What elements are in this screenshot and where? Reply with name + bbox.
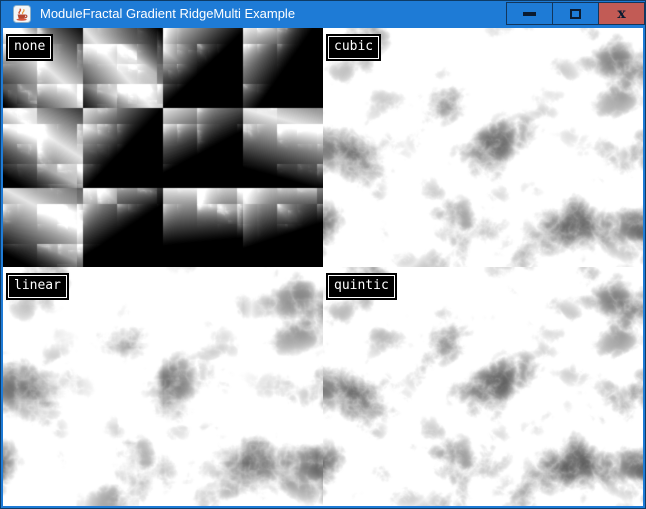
minimize-icon [523, 12, 536, 16]
noise-canvas-linear [3, 267, 323, 506]
minimize-button[interactable] [506, 2, 553, 25]
panel-label-none: none [8, 36, 51, 59]
noise-panel-quintic: quintic [323, 267, 643, 506]
noise-canvas-cubic [323, 28, 643, 267]
window-controls: x [507, 2, 645, 25]
close-button[interactable]: x [598, 2, 645, 25]
java-coffee-cup-icon [13, 5, 31, 23]
panel-label-cubic: cubic [328, 36, 379, 59]
close-x-icon: x [617, 7, 625, 21]
noise-panel-linear: linear [3, 267, 323, 506]
maximize-button[interactable] [552, 2, 599, 25]
panel-label-linear: linear [8, 275, 67, 298]
maximize-icon [570, 9, 581, 19]
window-title: ModuleFractal Gradient RidgeMulti Exampl… [40, 0, 295, 28]
noise-canvas-none [3, 28, 323, 267]
noise-panel-none: none [3, 28, 323, 267]
app-window: ModuleFractal Gradient RidgeMulti Exampl… [0, 0, 646, 509]
render-area: none cubic linear quintic [3, 28, 643, 506]
noise-panel-cubic: cubic [323, 28, 643, 267]
title-bar[interactable]: ModuleFractal Gradient RidgeMulti Exampl… [0, 0, 646, 28]
noise-canvas-quintic [323, 267, 643, 506]
panel-label-quintic: quintic [328, 275, 395, 298]
